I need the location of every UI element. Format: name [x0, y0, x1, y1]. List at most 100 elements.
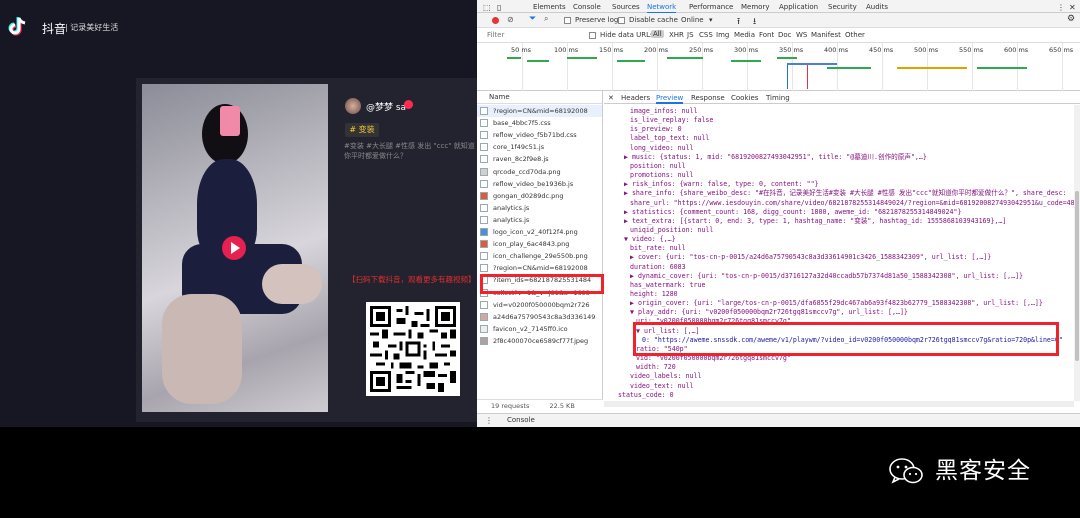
filter-type-img[interactable]: Img	[716, 31, 729, 39]
tab-headers[interactable]: Headers	[621, 94, 650, 102]
json-line[interactable]: promotions: null	[630, 171, 694, 180]
json-line[interactable]: video_text: null	[630, 382, 694, 391]
json-line[interactable]: ▶ dynamic_cover: {uri: "tos-cn-p-0015/d3…	[630, 272, 1023, 281]
network-timeline[interactable]: 50 ms 100 ms 150 ms 200 ms 250 ms 300 ms…	[477, 43, 1080, 91]
tab-audits[interactable]: Audits	[866, 3, 888, 11]
clear-icon[interactable]: ⊘	[507, 15, 514, 24]
author-name[interactable]: @梦梦 sa	[366, 100, 406, 113]
tab-elements[interactable]: Elements	[533, 3, 566, 11]
json-line[interactable]: duration: 6083	[630, 263, 686, 272]
file-icon	[480, 336, 488, 345]
timeline-tick: 650 ms	[1049, 46, 1074, 54]
tab-performance[interactable]: Performance	[689, 3, 733, 11]
filter-input[interactable]	[487, 30, 582, 40]
filter-type-css[interactable]: CSS	[699, 31, 713, 39]
json-preview[interactable]: image_infos: null is_live_replay: false is…	[604, 105, 1080, 405]
json-line[interactable]: ▶ share_info: {share_weibo_desc: "#在抖音，记…	[624, 189, 1067, 198]
request-row[interactable]: core_1f49c51.js	[477, 141, 602, 153]
json-line[interactable]: ▶ cover: {uri: "tos-cn-p-0015/a24d6a7579…	[630, 253, 991, 262]
filter-icon[interactable]: ⏷	[529, 14, 536, 24]
filter-type-xhr[interactable]: XHR	[669, 31, 684, 39]
filter-type-js[interactable]: JS	[687, 31, 694, 39]
json-line[interactable]: is_live_replay: false	[630, 116, 713, 125]
request-row[interactable]: gongan_d0289dc.png	[477, 190, 602, 202]
file-icon	[480, 191, 488, 200]
inspect-icon[interactable]: ⬚	[483, 3, 491, 12]
hashtag-badge[interactable]: # 变装	[345, 123, 379, 137]
request-row[interactable]: ?region=CN&mid=68192008	[477, 262, 602, 274]
json-line[interactable]: status_code: 0	[618, 391, 674, 400]
json-line[interactable]: uniqid_position: null	[630, 226, 713, 235]
preserve-log-checkbox[interactable]	[564, 17, 571, 24]
request-row[interactable]: reflow_video_f5b71bd.css	[477, 129, 602, 141]
request-row[interactable]: icon_play_6ac4843.png	[477, 238, 602, 250]
json-line[interactable]: video_labels: null	[630, 372, 701, 381]
request-row[interactable]: a24d6a75790543c8a3d336149	[477, 311, 602, 323]
request-row[interactable]: analytics.js	[477, 214, 602, 226]
tab-console[interactable]: Console	[573, 3, 601, 11]
json-line[interactable]: ▶ text_extra: [{start: 0, end: 3, type: …	[624, 217, 1006, 226]
json-line[interactable]: is_preview: 0	[630, 125, 682, 134]
more-icon[interactable]: ⋮	[485, 414, 493, 427]
console-drawer[interactable]: ⋮ Console	[477, 413, 1080, 427]
tab-response[interactable]: Response	[691, 94, 725, 102]
disable-cache-checkbox[interactable]	[618, 17, 625, 24]
name-column-header[interactable]: Name	[477, 91, 602, 104]
json-line[interactable]: ▶ origin_cover: {uri: "large/tos-cn-p-00…	[630, 299, 1043, 308]
filter-type-media[interactable]: Media	[734, 31, 755, 39]
request-row[interactable]: raven_8c2f9e8.js	[477, 153, 602, 165]
tab-application[interactable]: Application	[779, 3, 818, 11]
throttle-select[interactable]: Online	[681, 16, 704, 24]
hide-data-urls-checkbox[interactable]	[589, 32, 596, 39]
tab-preview[interactable]: Preview	[656, 94, 684, 104]
request-row[interactable]: analytics.js	[477, 202, 602, 214]
json-line[interactable]: share_url: "https://www.iesdouyin.com/sh…	[630, 199, 1080, 208]
file-icon	[480, 312, 488, 321]
filter-type-doc[interactable]: Doc	[778, 31, 792, 39]
json-line[interactable]: ▼ play_addr: {uri: "v0200f050000bqm2r726…	[630, 308, 908, 317]
tab-timing[interactable]: Timing	[766, 94, 790, 102]
json-line[interactable]: position: null	[630, 162, 686, 171]
json-line[interactable]: ▶ music: {status: 1, mid: "6819200827493…	[624, 153, 927, 162]
tab-memory[interactable]: Memory	[741, 3, 769, 11]
request-row[interactable]: logo_icon_v2_40f12f4.png	[477, 226, 602, 238]
filter-type-ws[interactable]: WS	[796, 31, 807, 39]
filter-type-all[interactable]: All	[651, 30, 664, 38]
json-line[interactable]: long_video: null	[630, 144, 694, 153]
json-line[interactable]: ▼ video: {,…}	[624, 235, 676, 244]
request-row[interactable]: ?region=CN&mid=68192008	[477, 105, 602, 117]
request-row[interactable]: favicon_v2_7145ff0.ico	[477, 323, 602, 335]
play-icon[interactable]	[222, 236, 246, 260]
request-row[interactable]: reflow_video_be1936b.js	[477, 178, 602, 190]
request-row[interactable]: icon_challenge_29e550b.png	[477, 250, 602, 262]
more-icon[interactable]: ⋮	[1057, 3, 1065, 12]
json-line[interactable]: bit_rate: null	[630, 244, 686, 253]
tab-sources[interactable]: Sources	[612, 3, 640, 11]
tab-cookies[interactable]: Cookies	[731, 94, 758, 102]
close-icon[interactable]: ✕	[1069, 3, 1076, 12]
request-row[interactable]: 2f8c400070ce6589cf77f.jpeg	[477, 335, 602, 347]
filter-type-other[interactable]: Other	[845, 31, 865, 39]
filter-type-font[interactable]: Font	[759, 31, 774, 39]
tab-security[interactable]: Security	[828, 3, 857, 11]
record-icon[interactable]	[492, 17, 499, 24]
devtools-tab-bar: ⬚ ▯ Elements Console Sources Network Per…	[477, 0, 1080, 14]
chevron-down-icon[interactable]: ▾	[709, 16, 713, 24]
json-line[interactable]: ▶ statistics: {comment_count: 168, digg_…	[624, 208, 961, 217]
scrollbar[interactable]	[1075, 191, 1079, 361]
request-row[interactable]: base_4bbc7f5.css	[477, 117, 602, 129]
json-line[interactable]: height: 1280	[630, 290, 678, 299]
json-line[interactable]: label_top_text: null	[630, 134, 709, 143]
filter-type-manifest[interactable]: Manifest	[811, 31, 841, 39]
avatar[interactable]	[345, 98, 361, 114]
timeline-tick: 450 ms	[869, 46, 894, 54]
json-line[interactable]: image_infos: null	[630, 107, 698, 116]
json-line[interactable]: width: 720	[636, 363, 676, 372]
json-line[interactable]: has_watermark: true	[630, 281, 705, 290]
close-icon[interactable]: ✕	[608, 94, 614, 102]
device-toggle-icon[interactable]: ▯	[497, 3, 501, 12]
gear-icon[interactable]: ⚙	[1067, 14, 1075, 24]
request-row[interactable]: vid=v0200f050000bqm2r726	[477, 299, 602, 311]
request-row[interactable]: qrcode_ccd70da.png	[477, 166, 602, 178]
search-icon[interactable]: ⌕	[544, 14, 548, 24]
